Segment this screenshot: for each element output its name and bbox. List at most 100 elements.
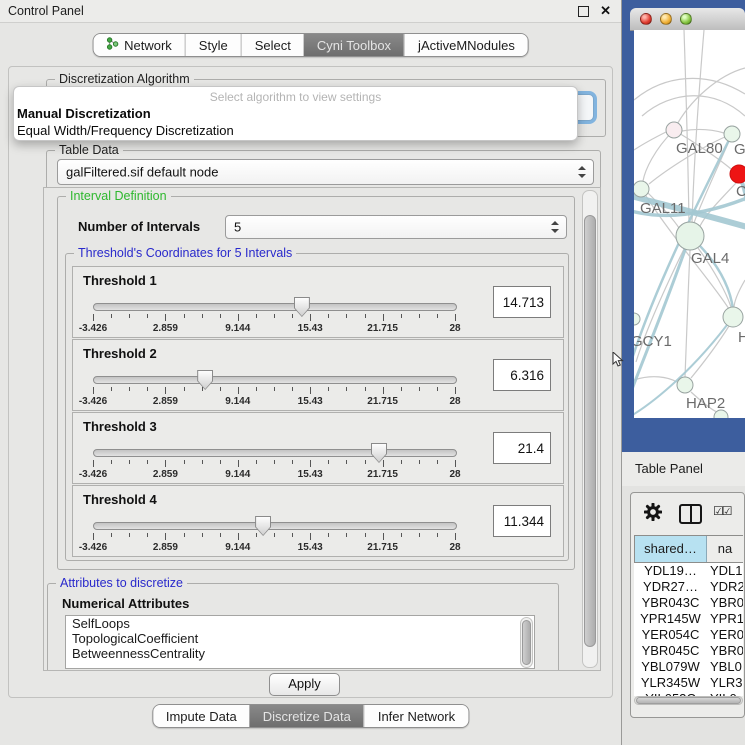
tick-label: 21.715 — [367, 469, 398, 480]
settings-scroll-area: Interval Definition Number of Intervals … — [43, 187, 601, 671]
network-edge-highlighted[interactable] — [634, 236, 690, 392]
network-edge[interactable] — [674, 68, 745, 130]
threshold-label: Threshold 1 — [83, 273, 157, 288]
threshold-value-field[interactable]: 14.713 — [493, 286, 551, 318]
network-graph: GAL80GACGAL11GAL4GCY1HHAP2 — [634, 30, 745, 418]
network-edge[interactable] — [643, 130, 674, 181]
tick-label: 15.43 — [298, 323, 323, 334]
numerical-attributes-list[interactable]: SelfLoopsTopologicalCoefficientBetweenne… — [65, 615, 535, 669]
tab-discretize-data[interactable]: Discretize Data — [250, 705, 364, 727]
slider-track[interactable] — [93, 376, 457, 384]
network-edge[interactable] — [685, 250, 690, 377]
network-edge[interactable] — [682, 130, 724, 133]
minimize-traffic-light-icon[interactable] — [660, 13, 672, 25]
network-node[interactable] — [723, 307, 743, 327]
tick-label: 9.144 — [225, 323, 250, 334]
table-data-combobox[interactable]: galFiltered.sif default node — [57, 159, 594, 185]
tick-label: 28 — [449, 396, 460, 407]
threshold-label: Threshold 3 — [83, 419, 157, 434]
network-node[interactable] — [666, 122, 682, 138]
table-row[interactable]: YER054CYER0 — [634, 627, 743, 643]
threshold-slider[interactable]: -3.4262.8599.14415.4321.71528 — [93, 514, 455, 556]
close-traffic-light-icon[interactable] — [640, 13, 652, 25]
table-row[interactable]: YPR145WYPR1 — [634, 611, 743, 627]
network-node[interactable] — [677, 377, 693, 393]
list-scrollbar[interactable] — [520, 617, 533, 668]
panel-title: Control Panel — [8, 4, 84, 18]
table-row[interactable]: YDR27…YDR2 — [634, 579, 743, 595]
cell-name: YBL0 — [707, 659, 743, 675]
tick-label: 15.43 — [298, 396, 323, 407]
combo-arrows-icon — [551, 221, 559, 233]
tab-style[interactable]: Style — [185, 34, 241, 56]
close-icon[interactable]: ✕ — [600, 3, 611, 19]
float-window-icon[interactable] — [578, 6, 589, 17]
tab-label: Select — [255, 38, 291, 53]
node-label: HAP2 — [686, 395, 725, 412]
network-edge[interactable] — [642, 96, 745, 116]
table-row[interactable]: YBR045CYBR0 — [634, 643, 743, 659]
network-node[interactable] — [634, 181, 649, 197]
tab-impute-data[interactable]: Impute Data — [153, 705, 250, 727]
algorithm-option-equal-width-frequency-discretization[interactable]: Equal Width/Frequency Discretization — [14, 122, 577, 139]
threshold-value-field[interactable]: 6.316 — [493, 359, 551, 391]
table-row[interactable]: YBL079WYBL0 — [634, 659, 743, 675]
checkbox-columns-icon[interactable]: ☑☑ — [713, 504, 731, 518]
network-node[interactable] — [634, 313, 640, 325]
slider-track[interactable] — [93, 449, 457, 457]
threshold-value-field[interactable]: 21.4 — [493, 432, 551, 464]
tab-select[interactable]: Select — [241, 34, 304, 56]
table-horizontal-scrollbar[interactable] — [634, 696, 743, 705]
network-canvas[interactable]: GAL80GACGAL11GAL4GCY1HHAP2 — [634, 30, 745, 418]
thresholds-title: Threshold's Coordinates for 5 Intervals — [74, 246, 296, 260]
table-header-row: shared… na — [634, 535, 743, 563]
algorithm-option-manual-discretization[interactable]: Manual Discretization — [14, 105, 577, 122]
network-node[interactable] — [724, 126, 740, 142]
network-edge[interactable] — [634, 78, 745, 100]
cell-shared-name: YDR27… — [634, 579, 707, 595]
threshold-value-field[interactable]: 11.344 — [493, 505, 551, 537]
attribute-item[interactable]: TopologicalCoefficient — [66, 631, 534, 646]
network-edge[interactable] — [634, 377, 677, 382]
control-panel: Control Panel ✕ NetworkStyle Select Cyni T… — [0, 0, 622, 745]
cell-name: YPR1 — [707, 611, 743, 627]
threshold-panel-3: Threshold 3 -3.4262.8599.14415.4321.71528… — [72, 412, 564, 484]
attribute-item[interactable]: BetweennessCentrality — [66, 646, 534, 661]
network-edge[interactable] — [734, 280, 745, 308]
attribute-item[interactable]: SelfLoops — [66, 616, 534, 631]
tab-infer-network[interactable]: Infer Network — [364, 705, 468, 727]
gear-icon[interactable] — [644, 503, 662, 526]
settings-vertical-scrollbar[interactable] — [582, 190, 598, 668]
tick-label: 9.144 — [225, 396, 250, 407]
columns-icon[interactable] — [679, 504, 702, 524]
number-of-intervals-combobox[interactable]: 5 — [225, 215, 567, 239]
interval-definition-group: Interval Definition Number of Intervals … — [57, 196, 575, 570]
tick-label: 21.715 — [367, 542, 398, 553]
tab-network[interactable]: Network — [93, 34, 185, 56]
apply-button[interactable]: Apply — [269, 673, 340, 696]
table-data-group: Table Data galFiltered.sif default node — [46, 150, 601, 190]
network-edge[interactable] — [684, 30, 689, 222]
network-node[interactable] — [730, 165, 745, 183]
slider-track[interactable] — [93, 522, 457, 530]
table-row[interactable]: YBR043CYBR0 — [634, 595, 743, 611]
table-row[interactable]: YDL19…YDL1 — [634, 563, 743, 579]
node-label: H — [738, 329, 745, 346]
slider-track[interactable] — [93, 303, 457, 311]
node-label: GCY1 — [634, 333, 672, 350]
threshold-panel-2: Threshold 2-3.4262.8599.14415.4321.71528… — [72, 339, 564, 411]
zoom-traffic-light-icon[interactable] — [680, 13, 692, 25]
table-row[interactable]: YLR345WYLR3 — [634, 675, 743, 691]
tick-label: 2.859 — [153, 396, 178, 407]
column-header-name[interactable]: na — [707, 536, 743, 562]
column-header-shared-name[interactable]: shared… — [634, 536, 707, 562]
tick-label: 28 — [449, 323, 460, 334]
threshold-slider[interactable]: -3.4262.8599.14415.4321.71528 — [93, 441, 455, 483]
tab-jactivemnodules[interactable]: jActiveMNodules — [404, 34, 528, 56]
threshold-slider[interactable]: -3.4262.8599.14415.4321.71528 — [93, 368, 455, 410]
network-edge[interactable] — [634, 132, 666, 150]
tab-cyni-toolbox[interactable]: Cyni Toolbox — [304, 34, 404, 56]
network-node[interactable] — [676, 222, 704, 250]
threshold-slider[interactable]: -3.4262.8599.14415.4321.71528 — [93, 295, 455, 337]
network-edge[interactable] — [691, 326, 729, 378]
